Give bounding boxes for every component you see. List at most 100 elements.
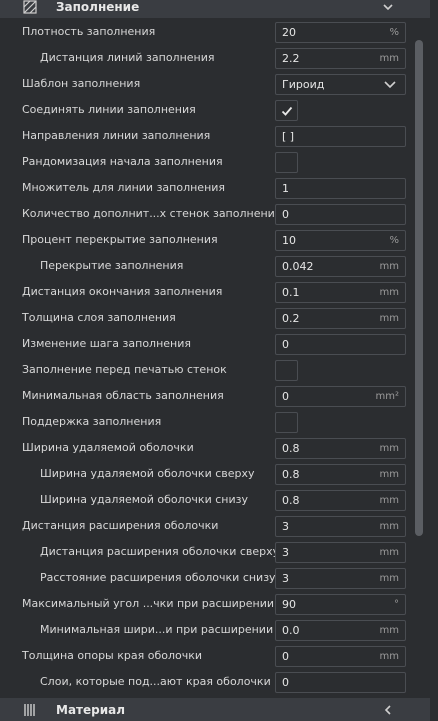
setting-row: Количество дополнит...х стенок заполнени… bbox=[0, 201, 412, 227]
setting-input[interactable]: 1 bbox=[275, 178, 406, 199]
setting-value: 0.2 bbox=[282, 312, 300, 325]
setting-unit: mm bbox=[379, 261, 399, 272]
setting-row: Дистанция линий заполнения 2.2 mm bbox=[0, 45, 412, 71]
setting-input[interactable]: 10% bbox=[275, 230, 406, 251]
setting-row: Минимальная область заполнения 0 mm² bbox=[0, 383, 412, 409]
setting-input[interactable]: 90 ° bbox=[275, 594, 406, 615]
setting-label: Толщина слоя заполнения bbox=[22, 311, 176, 324]
setting-label: Дистанция линий заполнения bbox=[40, 51, 215, 64]
setting-input[interactable]: 0.8 mm bbox=[275, 464, 406, 485]
setting-checkbox[interactable] bbox=[275, 152, 298, 173]
setting-row: Ширина удаляемой оболочки снизу 0.8 mm bbox=[0, 487, 412, 513]
setting-row: Рандомизация начала заполнения bbox=[0, 149, 412, 175]
scrollbar-thumb[interactable] bbox=[415, 40, 423, 536]
setting-value: 3 bbox=[282, 520, 289, 533]
setting-row: Множитель для линии заполнения 1 bbox=[0, 175, 412, 201]
setting-label: Минимальная шири...и при расширении bbox=[40, 623, 274, 636]
setting-input[interactable]: 3 mm bbox=[275, 516, 406, 537]
setting-input[interactable]: 0.0 mm bbox=[275, 620, 406, 641]
setting-input[interactable]: 3 mm bbox=[275, 568, 406, 589]
setting-unit: mm bbox=[379, 287, 399, 298]
setting-label: Соединять линии заполнения bbox=[22, 103, 196, 116]
setting-input[interactable]: 2.2 mm bbox=[275, 48, 406, 69]
setting-row: Толщина слоя заполнения 0.2 mm bbox=[0, 305, 412, 331]
setting-label: Перекрытие заполнения bbox=[40, 259, 184, 272]
setting-input[interactable]: 0.042 mm bbox=[275, 256, 406, 277]
setting-label: Направления линии заполнения bbox=[22, 129, 211, 142]
setting-unit: mm bbox=[379, 469, 399, 480]
setting-unit: mm bbox=[379, 625, 399, 636]
setting-input[interactable]: 3 mm bbox=[275, 542, 406, 563]
setting-label: Расстояние расширения оболочки снизу bbox=[40, 571, 276, 584]
setting-row: Процент перекрытие заполнения 10% bbox=[0, 227, 412, 253]
setting-value: 3 bbox=[282, 546, 289, 559]
setting-row: Соединять линии заполнения bbox=[0, 97, 412, 123]
setting-row: Минимальная шири...и при расширении 0.0 mm bbox=[0, 617, 412, 643]
setting-row: Слои, которые под...ают края оболочки 0 bbox=[0, 669, 412, 695]
chevron-left-icon[interactable] bbox=[380, 702, 396, 718]
setting-label: Рандомизация начала заполнения bbox=[22, 155, 223, 168]
setting-row: Плотность заполнения 20% bbox=[0, 19, 412, 45]
section-title: Заполнение bbox=[56, 0, 140, 14]
setting-label: Поддержка заполнения bbox=[22, 415, 162, 428]
setting-value: 90 bbox=[282, 598, 296, 611]
setting-value: 2.2 bbox=[282, 52, 300, 65]
setting-label: Толщина опоры края оболочки bbox=[22, 649, 203, 662]
setting-label: Максимальный угол ...чки при расширении bbox=[22, 597, 275, 610]
setting-row: Шаблон заполнения Гироид bbox=[0, 71, 412, 97]
setting-value: Гироид bbox=[282, 78, 325, 91]
setting-label: Дистанция расширения оболочки сверху bbox=[40, 545, 280, 558]
setting-label: Дистанция расширения оболочки bbox=[22, 519, 219, 532]
checkmark-icon bbox=[281, 106, 292, 116]
setting-unit: mm bbox=[379, 573, 399, 584]
setting-row: Толщина опоры края оболочки 0 mm bbox=[0, 643, 412, 669]
setting-row: Расстояние расширения оболочки снизу 3 mm bbox=[0, 565, 412, 591]
setting-label: Множитель для линии заполнения bbox=[22, 181, 226, 194]
setting-value: 0 bbox=[282, 338, 289, 351]
section-title: Материал bbox=[56, 702, 126, 717]
setting-checkbox[interactable] bbox=[275, 360, 298, 381]
setting-input[interactable]: 0 mm² bbox=[275, 386, 406, 407]
setting-value: 0.0 bbox=[282, 624, 300, 637]
setting-checkbox[interactable] bbox=[275, 412, 298, 433]
setting-value: 1 bbox=[282, 182, 289, 195]
setting-unit: % bbox=[389, 235, 399, 246]
setting-label: Дистанция окончания заполнения bbox=[22, 285, 223, 298]
setting-row: Заполнение перед печатью стенок bbox=[0, 357, 412, 383]
setting-input[interactable]: [ ] bbox=[275, 126, 406, 147]
setting-unit: mm bbox=[379, 521, 399, 532]
chevron-down-icon[interactable] bbox=[380, 0, 396, 15]
setting-input[interactable]: 0.8 mm bbox=[275, 438, 406, 459]
setting-unit: mm bbox=[379, 53, 399, 64]
setting-value: 0.8 bbox=[282, 468, 300, 481]
setting-input[interactable]: 0 bbox=[275, 204, 406, 225]
setting-value: 20 bbox=[282, 26, 296, 39]
setting-value: [ ] bbox=[282, 130, 295, 143]
setting-unit: mm bbox=[379, 651, 399, 662]
setting-label: Процент перекрытие заполнения bbox=[22, 233, 218, 246]
setting-select[interactable]: Гироид bbox=[275, 74, 406, 95]
setting-value: 0 bbox=[282, 208, 289, 221]
setting-row: Изменение шага заполнения 0 bbox=[0, 331, 412, 357]
setting-input[interactable]: 0.1 mm bbox=[275, 282, 406, 303]
setting-input[interactable]: 0 mm bbox=[275, 646, 406, 667]
section-header-material[interactable]: Материал bbox=[0, 698, 430, 721]
setting-checkbox[interactable] bbox=[275, 100, 298, 121]
setting-input[interactable]: 0 bbox=[275, 334, 406, 355]
setting-label: Изменение шага заполнения bbox=[22, 337, 191, 350]
setting-unit: mm bbox=[379, 443, 399, 454]
setting-input[interactable]: 0.2 mm bbox=[275, 308, 406, 329]
setting-input[interactable]: 0 bbox=[275, 672, 406, 693]
setting-label: Ширина удаляемой оболочки bbox=[22, 441, 194, 454]
setting-value: 0.042 bbox=[282, 260, 314, 273]
setting-unit: mm bbox=[379, 313, 399, 324]
setting-input[interactable]: 0.8 mm bbox=[275, 490, 406, 511]
setting-row: Ширина удаляемой оболочки 0.8 mm bbox=[0, 435, 412, 461]
setting-unit: ° bbox=[394, 599, 399, 610]
setting-label: Шаблон заполнения bbox=[22, 77, 141, 90]
setting-input[interactable]: 20% bbox=[275, 22, 406, 43]
section-header-infill[interactable]: Заполнение bbox=[0, 0, 430, 18]
setting-value: 3 bbox=[282, 572, 289, 585]
setting-label: Минимальная область заполнения bbox=[22, 389, 224, 402]
setting-label: Ширина удаляемой оболочки сверху bbox=[40, 467, 255, 480]
